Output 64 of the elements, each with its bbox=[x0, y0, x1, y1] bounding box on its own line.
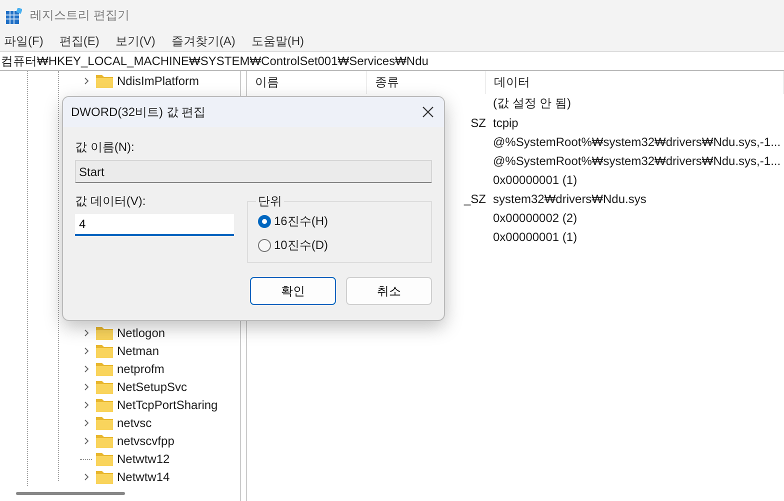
table-cell-text: 0x00000001 (1) bbox=[492, 172, 578, 188]
tree-item[interactable]: NetTcpPortSharing bbox=[117, 398, 218, 412]
tree-item[interactable]: netvsc bbox=[117, 416, 152, 430]
scrollbar-thumb[interactable] bbox=[16, 492, 125, 495]
folder-icon bbox=[96, 74, 113, 88]
table-cell-text: _SZ bbox=[462, 190, 486, 208]
value-data-field[interactable]: 4 bbox=[75, 214, 234, 236]
chevron-icon[interactable] bbox=[84, 383, 88, 391]
tree-item[interactable]: Netman bbox=[117, 344, 160, 358]
column-header[interactable]: 이름 bbox=[247, 71, 367, 94]
folder-icon bbox=[96, 416, 113, 430]
folder-icon bbox=[96, 344, 113, 358]
group-label: 단위 bbox=[257, 193, 283, 210]
menu-item[interactable]: 도움말(H) bbox=[247, 32, 309, 50]
column-header[interactable]: 데이터 bbox=[486, 71, 784, 94]
chevron-icon[interactable] bbox=[84, 365, 88, 373]
radio-button[interactable] bbox=[258, 238, 271, 252]
table-cell-text: (값 설정 안 됨) bbox=[492, 95, 572, 112]
folder-icon bbox=[96, 470, 113, 484]
tree-item[interactable]: NdisImPlatform bbox=[117, 74, 200, 88]
tree-item[interactable]: Netlogon bbox=[117, 326, 166, 340]
radio-button[interactable] bbox=[258, 214, 271, 228]
folder-icon bbox=[96, 362, 113, 376]
chevron-icon[interactable] bbox=[84, 473, 88, 481]
value-name-field[interactable]: Start bbox=[75, 160, 432, 183]
column-header[interactable]: 종류 bbox=[367, 71, 486, 94]
radio-label[interactable]: 10진수(D) bbox=[274, 236, 328, 254]
menu-item[interactable]: 파일(F) bbox=[0, 32, 48, 50]
chevron-icon[interactable] bbox=[84, 329, 88, 337]
chevron-icon[interactable] bbox=[84, 437, 88, 445]
tree-item[interactable]: netprofm bbox=[117, 362, 164, 376]
close-icon[interactable] bbox=[422, 106, 434, 118]
table-cell-text: 0x00000001 (1) bbox=[492, 228, 578, 246]
dialog-button[interactable]: 확인 bbox=[250, 277, 336, 305]
table-cell-text: system32₩drivers₩Ndu.sys bbox=[492, 190, 648, 208]
table-cell-text: tcpip bbox=[492, 114, 520, 132]
chevron-icon[interactable] bbox=[84, 419, 88, 427]
tree-item[interactable]: NetSetupSvc bbox=[117, 380, 188, 394]
window-title: 레지스트리 편집기 bbox=[30, 7, 130, 24]
address-bar[interactable]: 컴퓨터₩HKEY_LOCAL_MACHINE₩SYSTEM₩ControlSet001₩Services₩Ndu bbox=[0, 51, 784, 71]
chevron-icon[interactable] bbox=[84, 347, 88, 355]
table-cell-text: @%SystemRoot%₩system32₩drivers₩Ndu.sys,-1... bbox=[492, 134, 782, 150]
registry-app-icon bbox=[6, 8, 22, 24]
tree-item[interactable]: netvscvfpp bbox=[117, 434, 174, 448]
folder-icon bbox=[96, 380, 113, 394]
table-cell-text: 0x00000002 (2) bbox=[492, 210, 578, 226]
dialog-button[interactable]: 취소 bbox=[346, 277, 432, 305]
folder-icon bbox=[96, 326, 113, 340]
menu-item[interactable]: 편집(E) bbox=[55, 32, 104, 50]
folder-icon bbox=[96, 434, 113, 448]
radio-label[interactable]: 16진수(H) bbox=[274, 212, 328, 230]
field-label: 값 데이터(V): bbox=[75, 193, 147, 209]
chevron-icon[interactable] bbox=[84, 77, 88, 85]
field-label: 값 이름(N): bbox=[75, 139, 136, 155]
chevron-icon[interactable] bbox=[84, 401, 88, 409]
tree-item[interactable]: Netwtw14 bbox=[117, 470, 170, 484]
dialog-title: DWORD(32비트) 값 편집 bbox=[71, 104, 206, 120]
table-cell-text: SZ bbox=[470, 114, 486, 132]
menu-item[interactable]: 보기(V) bbox=[111, 32, 160, 50]
menu-item[interactable]: 즐겨찾기(A) bbox=[167, 32, 240, 50]
folder-icon bbox=[96, 452, 113, 466]
folder-icon bbox=[96, 398, 113, 412]
table-cell-text: @%SystemRoot%₩system32₩drivers₩Ndu.sys,-1... bbox=[492, 152, 782, 170]
tree-item[interactable]: Netwtw12 bbox=[117, 452, 170, 466]
